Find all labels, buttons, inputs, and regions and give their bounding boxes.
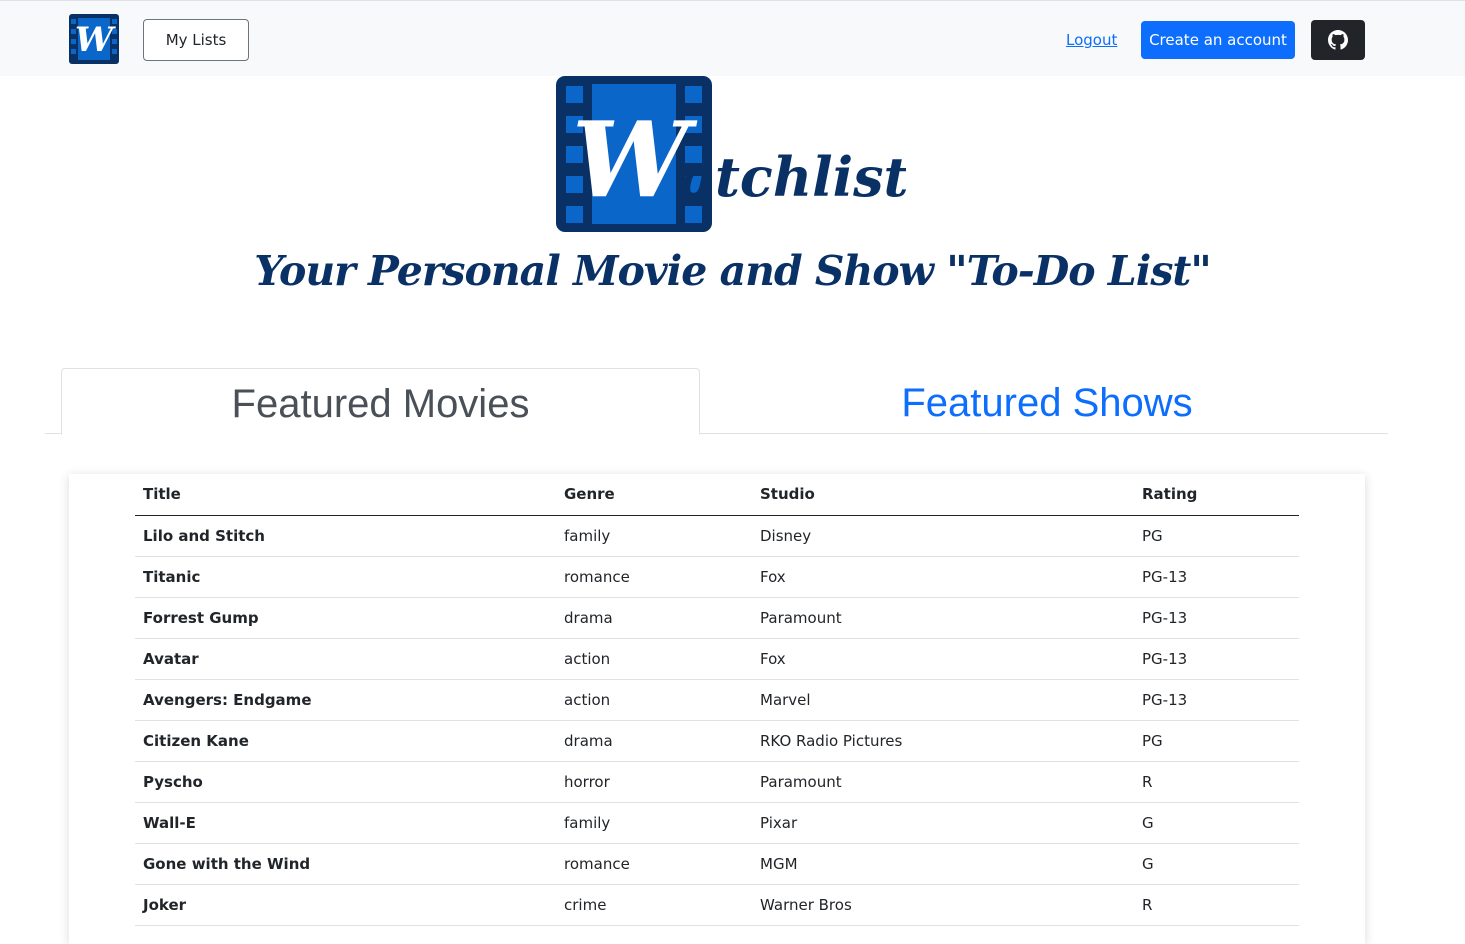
- cell-title: Titanic: [135, 556, 556, 598]
- column-header-rating: Rating: [1134, 474, 1299, 516]
- cell-rating: R: [1134, 761, 1299, 803]
- table-row: Pyscho horror Paramount R: [135, 761, 1299, 803]
- cell-studio: Fox: [752, 638, 1134, 680]
- table-row: Wall-E family Pixar G: [135, 802, 1299, 844]
- tab-featured-shows[interactable]: Featured Shows: [700, 368, 1394, 434]
- cell-studio: RKO Radio Pictures: [752, 720, 1134, 762]
- cell-genre: family: [556, 515, 752, 557]
- cell-rating: PG-13: [1134, 638, 1299, 680]
- table-row: Forrest Gump drama Paramount PG-13: [135, 597, 1299, 639]
- cell-title: Pyscho: [135, 761, 556, 803]
- cell-rating: PG: [1134, 720, 1299, 762]
- cell-genre: drama: [556, 597, 752, 639]
- cell-studio: Pixar: [752, 802, 1134, 844]
- my-lists-button[interactable]: My Lists: [143, 19, 249, 61]
- cell-genre: horror: [556, 761, 752, 803]
- column-header-genre: Genre: [556, 474, 752, 516]
- tab-featured-movies[interactable]: Featured Movies: [61, 368, 700, 435]
- featured-movies-card: Title Genre Studio Rating Lilo and Stitc…: [69, 474, 1365, 944]
- column-header-title: Title: [135, 474, 556, 516]
- cell-rating: R: [1134, 884, 1299, 926]
- table-row: Avengers: Endgame action Marvel PG-13: [135, 679, 1299, 721]
- column-header-studio: Studio: [752, 474, 1134, 516]
- nav-logo-letter: W: [75, 20, 116, 60]
- watchlist-hero-logo: W atchlist: [556, 76, 906, 232]
- cell-studio: Warner Bros: [752, 884, 1134, 926]
- cell-studio: Disney: [752, 515, 1134, 557]
- table-header-row: Title Genre Studio Rating: [135, 474, 1299, 516]
- cell-title: Lilo and Stitch: [135, 515, 556, 557]
- logout-link[interactable]: Logout: [1066, 21, 1117, 59]
- cell-studio: Fox: [752, 556, 1134, 598]
- cell-rating: PG-13: [1134, 679, 1299, 721]
- cell-genre: crime: [556, 884, 752, 926]
- github-button[interactable]: [1311, 20, 1365, 60]
- cell-title: Avatar: [135, 638, 556, 680]
- github-icon: [1328, 30, 1348, 50]
- hero-logo-wordmark: atchlist: [680, 145, 906, 209]
- cell-rating: G: [1134, 802, 1299, 844]
- cell-rating: PG-13: [1134, 597, 1299, 639]
- featured-tabs: Featured Movies Featured Shows: [45, 368, 1388, 435]
- cell-genre: romance: [556, 843, 752, 885]
- navbar: W My Lists Logout Create an account: [0, 0, 1465, 76]
- cell-title: Wall-E: [135, 802, 556, 844]
- cell-genre: action: [556, 679, 752, 721]
- cell-genre: action: [556, 638, 752, 680]
- create-account-button[interactable]: Create an account: [1141, 21, 1295, 59]
- table-row: Joker crime Warner Bros R: [135, 884, 1299, 926]
- cell-title: Forrest Gump: [135, 597, 556, 639]
- tagline: Your Personal Movie and Show "To-Do List…: [254, 247, 1211, 295]
- table-row: Titanic romance Fox PG-13: [135, 556, 1299, 598]
- cell-genre: drama: [556, 720, 752, 762]
- table-row: Lilo and Stitch family Disney PG: [135, 515, 1299, 557]
- cell-rating: PG-13: [1134, 556, 1299, 598]
- cell-title: Joker: [135, 884, 556, 926]
- cell-title: Gone with the Wind: [135, 843, 556, 885]
- cell-title: Citizen Kane: [135, 720, 556, 762]
- watchlist-logo-icon[interactable]: W: [69, 14, 119, 64]
- table-row: Avatar action Fox PG-13: [135, 638, 1299, 680]
- cell-title: Avengers: Endgame: [135, 679, 556, 721]
- table-row: Citizen Kane drama RKO Radio Pictures PG: [135, 720, 1299, 762]
- featured-movies-table: Title Genre Studio Rating Lilo and Stitc…: [135, 474, 1299, 926]
- cell-studio: Paramount: [752, 761, 1134, 803]
- cell-studio: MGM: [752, 843, 1134, 885]
- cell-rating: PG: [1134, 515, 1299, 557]
- cell-genre: family: [556, 802, 752, 844]
- cell-studio: Marvel: [752, 679, 1134, 721]
- cell-rating: G: [1134, 843, 1299, 885]
- cell-genre: romance: [556, 556, 752, 598]
- cell-studio: Paramount: [752, 597, 1134, 639]
- table-row: Gone with the Wind romance MGM G: [135, 843, 1299, 885]
